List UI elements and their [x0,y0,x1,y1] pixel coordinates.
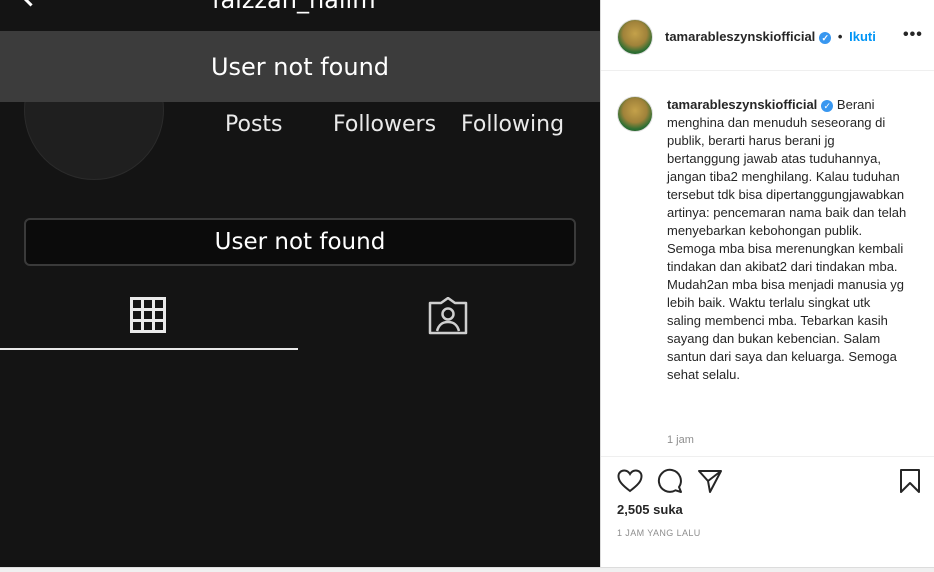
tagged-icon[interactable] [428,297,468,335]
post-panel: tamarableszynskiofficial ✓ • Ikuti ••• ta… [600,0,934,571]
user-not-found-button[interactable]: User not found [24,218,576,266]
profile-panel: faizzan_halim User not found Posts Follo… [0,0,600,571]
post-time-ago: 1 JAM YANG LALU [617,528,701,538]
caption-timestamp: 1 jam [667,434,694,446]
following-stat[interactable]: Following [461,112,564,137]
verified-badge-icon: ✓ [819,31,832,44]
more-options-icon[interactable]: ••• [903,26,923,44]
like-heart-icon[interactable] [617,468,643,494]
caption-username[interactable]: tamarableszynskiofficial [667,97,817,112]
likes-count[interactable]: 2,505 suka [617,502,683,517]
user-not-found-banner: User not found [0,31,600,102]
header-line: tamarableszynskiofficial ✓ • Ikuti [665,29,876,44]
post-header: tamarableszynskiofficial ✓ • Ikuti ••• [601,0,934,71]
follow-button[interactable]: Ikuti [849,29,876,44]
separator-dot: • [837,29,843,44]
profile-username: faizzan_halim [212,0,376,14]
caption-text: Berani menghina dan menuduh seseorang di… [667,97,907,382]
grid-icon[interactable] [130,297,166,333]
followers-stat[interactable]: Followers [333,112,436,137]
posts-stat[interactable]: Posts [225,112,283,137]
bottom-border [0,567,934,572]
comment-icon[interactable] [657,468,683,494]
account-name[interactable]: tamarableszynskiofficial [665,29,815,44]
share-icon[interactable] [697,468,723,494]
caption-avatar[interactable] [617,96,653,132]
back-arrow-icon[interactable] [18,0,43,7]
verified-badge-icon: ✓ [821,99,834,112]
active-tab-indicator [0,348,298,350]
avatar[interactable] [617,19,653,55]
save-bookmark-icon[interactable] [897,468,923,494]
post-caption: tamarableszynskiofficial ✓ Berani menghin… [667,96,907,384]
